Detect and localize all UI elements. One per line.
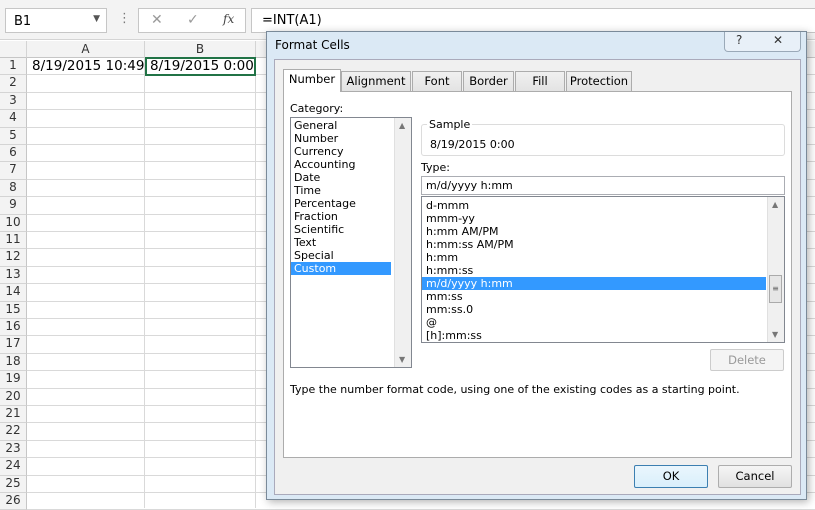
formula-buttons: ✕ ✓ fx (138, 8, 246, 33)
category-label: Category: (290, 102, 344, 115)
category-item[interactable]: Date (291, 171, 391, 184)
format-item[interactable]: mmm-yy (422, 212, 766, 225)
category-item[interactable]: General (291, 119, 391, 132)
category-item[interactable]: Text (291, 236, 391, 249)
row-header[interactable]: 16 (0, 319, 27, 337)
type-label: Type: (421, 161, 450, 174)
insert-function-icon[interactable]: fx (223, 12, 234, 26)
name-box[interactable]: B1 ▼ (5, 8, 107, 33)
column-header-a[interactable]: A (27, 41, 145, 58)
category-item[interactable]: Currency (291, 145, 391, 158)
format-item[interactable]: h:mm:ss (422, 264, 766, 277)
row-header[interactable]: 18 (0, 353, 27, 372)
delete-button[interactable]: Delete (710, 349, 784, 371)
tab-alignment[interactable]: Alignment (341, 71, 411, 91)
name-box-value: B1 (14, 14, 32, 29)
scroll-up-icon[interactable]: ▲ (772, 200, 778, 209)
row-header[interactable]: 22 (0, 423, 27, 441)
row-header[interactable]: 8 (0, 179, 27, 198)
category-item[interactable]: Time (291, 184, 391, 197)
category-item[interactable]: Accounting (291, 158, 391, 171)
category-scrollbar[interactable]: ▲ ▼ (394, 118, 411, 367)
category-item[interactable]: Number (291, 132, 391, 145)
format-item[interactable]: mm:ss (422, 290, 766, 303)
scroll-down-icon[interactable]: ▼ (399, 355, 405, 364)
sample-value: 8/19/2015 0:00 (430, 138, 515, 151)
tab-number[interactable]: Number (283, 69, 341, 92)
category-item[interactable]: Percentage (291, 197, 391, 210)
row-header[interactable]: 3 (0, 92, 27, 111)
format-description: Type the number format code, using one o… (290, 383, 740, 396)
row-header[interactable]: 11 (0, 232, 27, 250)
row-header[interactable]: 10 (0, 214, 27, 232)
cell-a1[interactable]: 8/19/2015 10:49 (27, 58, 144, 75)
row-header[interactable]: 1 (0, 58, 27, 76)
format-item[interactable]: mm:ss.0 (422, 303, 766, 316)
format-list[interactable]: d-mmm mmm-yy h:mm AM/PM h:mm:ss AM/PM h:mm h:… (421, 196, 785, 343)
close-icon[interactable]: ✕ (773, 33, 783, 47)
category-item[interactable]: Fraction (291, 210, 391, 223)
sample-group: Sample 8/19/2015 0:00 (421, 118, 785, 156)
format-item[interactable]: h:mm (422, 251, 766, 264)
row-header[interactable]: 2 (0, 75, 27, 93)
column-header-b[interactable]: B (145, 41, 256, 58)
row-header[interactable]: 21 (0, 406, 27, 424)
tab-fill[interactable]: Fill (515, 71, 565, 91)
row-header[interactable]: 4 (0, 110, 27, 128)
type-input[interactable]: m/d/yyyy h:mm (421, 176, 785, 195)
format-item[interactable]: h:mm AM/PM (422, 225, 766, 238)
category-item[interactable]: Custom (291, 262, 391, 275)
format-item[interactable]: [h]:mm:ss (422, 329, 766, 342)
format-cells-dialog: Format Cells ? ✕ Number Alignment Font B… (266, 31, 807, 500)
enter-icon[interactable]: ✓ (187, 12, 199, 28)
cancel-button[interactable]: Cancel (718, 465, 792, 488)
sample-label: Sample (427, 118, 473, 131)
ok-button[interactable]: OK (634, 465, 708, 488)
row-header[interactable]: 20 (0, 388, 27, 406)
row-header[interactable]: 5 (0, 127, 27, 145)
row-header[interactable]: 12 (0, 249, 27, 267)
row-header[interactable]: 14 (0, 284, 27, 302)
row-header[interactable]: 23 (0, 440, 27, 459)
scroll-up-icon[interactable]: ▲ (399, 121, 405, 130)
scroll-down-icon[interactable]: ▼ (772, 330, 778, 339)
window-controls: ? ✕ (724, 32, 801, 52)
formula-input[interactable]: =INT(A1) (251, 8, 815, 33)
chevron-down-icon[interactable]: ▼ (93, 14, 100, 24)
dialog-title: Format Cells (275, 38, 350, 52)
category-list[interactable]: General Number Currency Accounting Date Time P… (290, 117, 412, 368)
cancel-icon[interactable]: ✕ (151, 12, 163, 28)
select-all-corner[interactable] (0, 41, 27, 58)
row-header[interactable]: 19 (0, 371, 27, 389)
tab-border[interactable]: Border (463, 71, 514, 91)
row-header[interactable]: 17 (0, 336, 27, 354)
help-icon[interactable]: ? (736, 33, 742, 47)
number-tab-panel: Category: General Number Currency Accountin… (283, 91, 792, 458)
row-header[interactable]: 26 (0, 493, 27, 510)
grip-icon: ⋮ (118, 11, 131, 26)
row-header[interactable]: 24 (0, 458, 27, 476)
scrollbar-thumb[interactable]: ≡ (769, 275, 782, 303)
format-item[interactable]: d-mmm (422, 199, 766, 212)
format-item[interactable]: h:mm:ss AM/PM (422, 238, 766, 251)
category-item[interactable]: Special (291, 249, 391, 262)
category-item[interactable]: Scientific (291, 223, 391, 236)
row-header[interactable]: 6 (0, 145, 27, 163)
tab-font[interactable]: Font (412, 71, 462, 91)
row-header[interactable]: 25 (0, 475, 27, 493)
dialog-body: Number Alignment Font Border Fill Protec… (274, 59, 801, 495)
row-header[interactable]: 7 (0, 162, 27, 180)
row-header[interactable]: 13 (0, 266, 27, 285)
row-header[interactable]: 9 (0, 197, 27, 215)
format-item[interactable]: m/d/yyyy h:mm (422, 277, 766, 290)
row-header[interactable]: 15 (0, 301, 27, 319)
cell-b1[interactable]: 8/19/2015 0:00 (145, 57, 256, 76)
tab-protection[interactable]: Protection (566, 71, 632, 91)
format-scrollbar[interactable]: ▲ ≡ ▼ (767, 197, 784, 342)
format-item[interactable]: @ (422, 316, 766, 329)
